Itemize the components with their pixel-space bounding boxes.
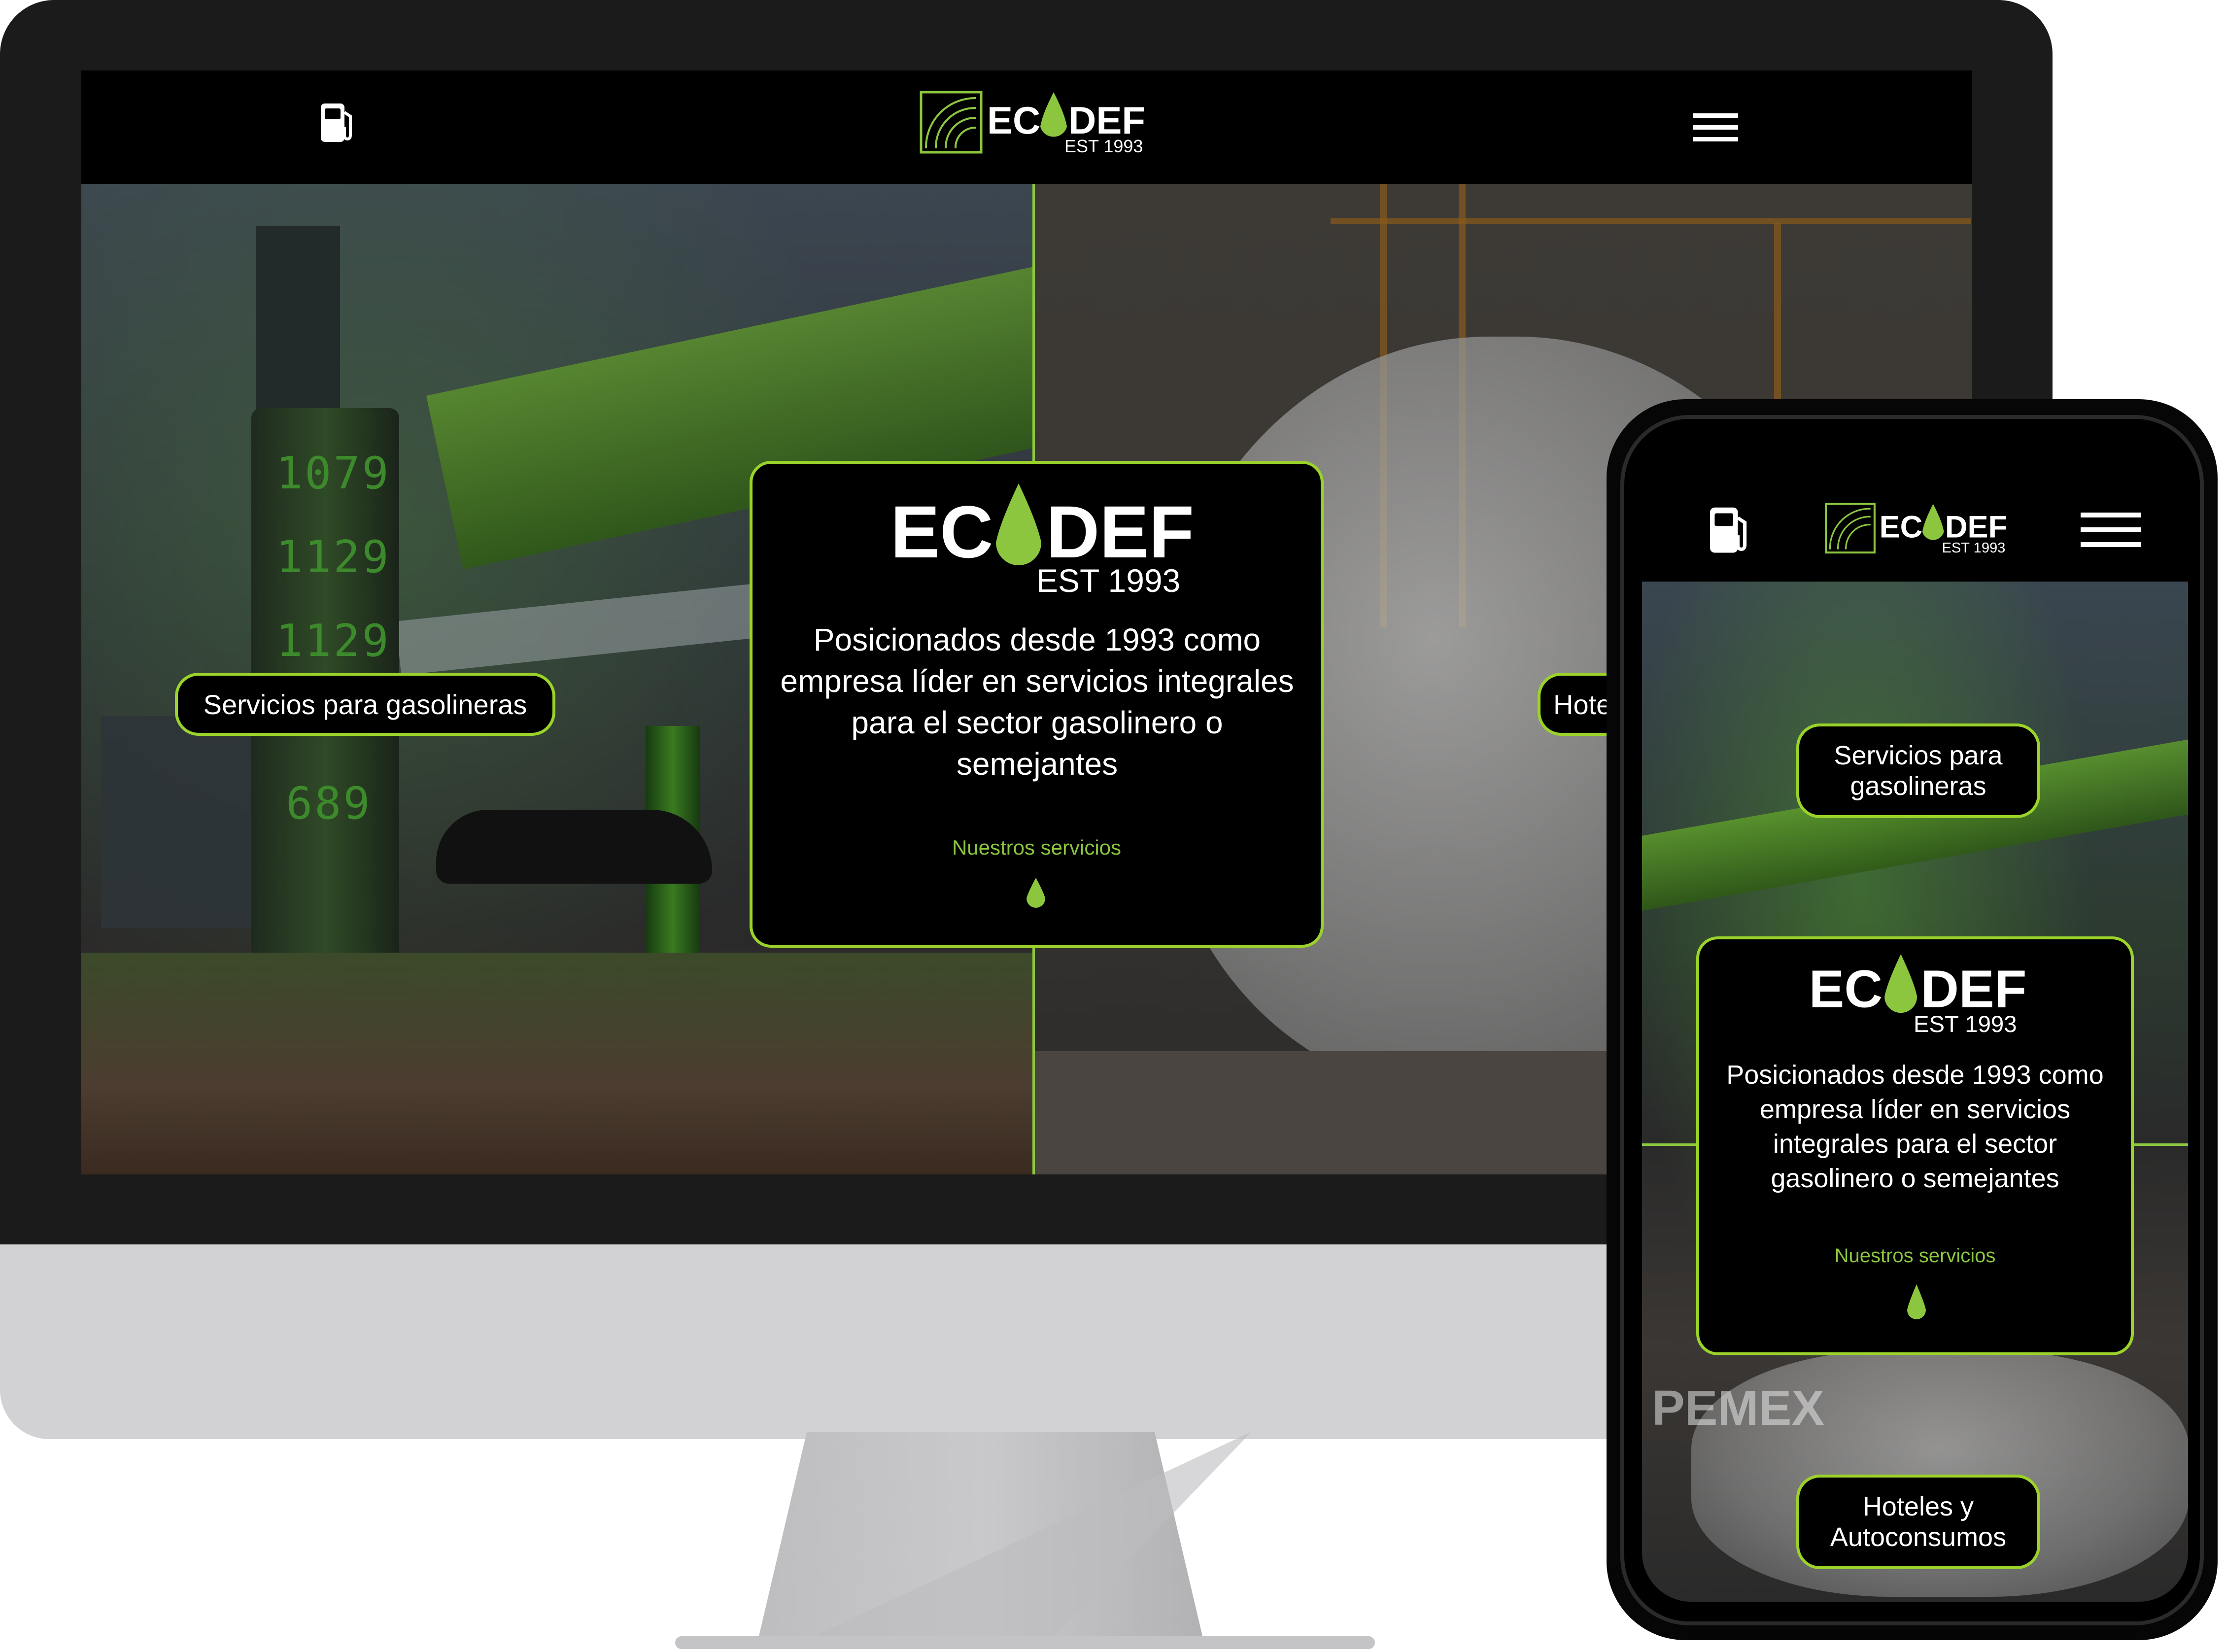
- logo-drop: [1040, 92, 1067, 137]
- desktop-navbar: EC DEF EST 1993: [81, 70, 1972, 184]
- car: [436, 810, 712, 884]
- logo-text-ec: EC: [987, 99, 1040, 142]
- logo-tagline: EST 1993: [1064, 136, 1143, 156]
- svg-text:DEF: DEF: [1945, 510, 2007, 544]
- svg-text:EST 1993: EST 1993: [1914, 1011, 2017, 1035]
- drop-icon: [1907, 1284, 1926, 1319]
- ecodef-logo[interactable]: EC DEF EST 1993: [919, 87, 1151, 161]
- hamburger-menu-icon[interactable]: [2081, 512, 2141, 548]
- price-tower-top: [256, 226, 340, 413]
- svg-text:EST 1993: EST 1993: [1942, 540, 2006, 556]
- fuel-pump-icon[interactable]: [320, 102, 355, 143]
- svg-text:EC: EC: [1880, 510, 1923, 544]
- ground: [81, 953, 1032, 1174]
- services-link[interactable]: Nuestros servicios: [753, 836, 1321, 860]
- svg-text:DEF: DEF: [1046, 490, 1194, 573]
- service-pill-gas-stations[interactable]: Servicios para gasolineras: [175, 673, 555, 736]
- price-display: 1129: [276, 615, 391, 667]
- phone-notch: [1759, 434, 2065, 473]
- drop-icon: [1027, 878, 1045, 908]
- svg-text:EC: EC: [890, 490, 993, 573]
- svg-text:DEF: DEF: [1920, 960, 2026, 1019]
- service-pill-gas-stations[interactable]: Servicios para gasolineras: [1796, 723, 2040, 818]
- services-link[interactable]: Nuestros servicios: [1699, 1245, 2131, 1267]
- phone-hero-card: EC DEF EST 1993 Posicionados desde 1993 …: [1696, 936, 2134, 1355]
- pemex-sign: PEMEX: [1652, 1380, 1825, 1436]
- service-pill-hotels[interactable]: Hoteles y Autoconsumos: [1796, 1475, 2040, 1569]
- railing: [1331, 218, 1971, 224]
- hamburger-menu-icon[interactable]: [1693, 112, 1738, 142]
- card-logo: EC DEF EST 1993: [1809, 954, 2026, 1035]
- card-logo: EC DEF EST 1993: [890, 483, 1194, 597]
- logo-text-def: DEF: [1068, 99, 1145, 142]
- hero-heading: Posicionados desde 1993 como empresa líd…: [780, 622, 1294, 782]
- monitor-stand-base: [675, 1636, 1375, 1649]
- svg-text:EST 1993: EST 1993: [1036, 562, 1180, 597]
- svg-text:EC: EC: [1809, 960, 1883, 1019]
- hero-heading: Posicionados desde 1993 como empresa líd…: [1726, 1060, 2104, 1193]
- price-display: 689: [286, 778, 372, 829]
- hero-card: EC DEF EST 1993 Posicionados desde 1993 …: [750, 461, 1324, 948]
- price-display: 1079: [276, 447, 391, 499]
- price-display: 1129: [276, 531, 391, 583]
- ecodef-logo[interactable]: EC DEF EST 1993: [1824, 498, 2012, 562]
- fuel-pump-icon[interactable]: [1709, 505, 1751, 554]
